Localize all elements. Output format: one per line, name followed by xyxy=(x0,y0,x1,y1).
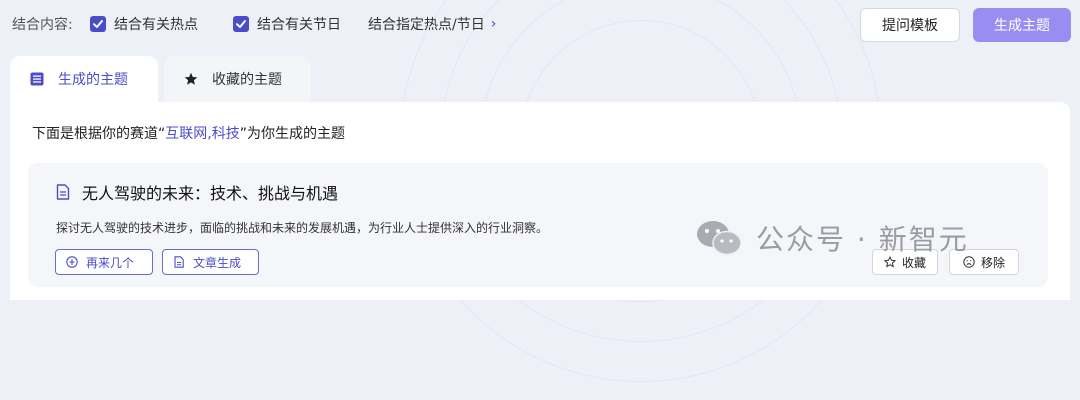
tab-favorited-topics[interactable]: 收藏的主题 xyxy=(164,56,311,102)
topics-panel: 下面是根据你的赛道“互联网,科技”为你生成的主题 无人驾驶的未来：技术、挑战与机… xyxy=(10,102,1070,300)
question-template-button[interactable]: 提问模板 xyxy=(860,8,960,42)
options-bar: 结合内容: 结合有关热点 结合有关节日 结合指定热点/节日 › 提问模板 生成主… xyxy=(0,0,1080,52)
intro-text: 下面是根据你的赛道“互联网,科技”为你生成的主题 xyxy=(32,123,345,143)
wechat-watermark: 公众号 · 新智元 xyxy=(696,218,969,258)
track-keyword: 互联网,科技 xyxy=(165,126,240,142)
hotspot-checkbox-label: 结合有关热点 xyxy=(114,17,198,33)
topic-description: 探讨无人驾驶的技术进步，面临的挑战和未来的发展机遇，为行业人士提供深入的行业洞察… xyxy=(56,221,549,235)
generate-more-button[interactable]: 再来几个 xyxy=(55,249,153,275)
article-generate-button[interactable]: 文章生成 xyxy=(162,249,259,275)
generate-topic-button[interactable]: 生成主题 xyxy=(973,8,1071,42)
specified-hotspot-label: 结合指定热点/节日 xyxy=(368,17,485,33)
specified-hotspot-link[interactable]: 结合指定热点/节日 › xyxy=(368,14,496,34)
topic-title: 无人驾驶的未来：技术、挑战与机遇 xyxy=(56,180,338,204)
hotspot-checkbox[interactable]: 结合有关热点 xyxy=(90,14,198,34)
star-icon xyxy=(184,72,198,86)
plus-circle-icon xyxy=(66,256,78,268)
tab-favorited-label: 收藏的主题 xyxy=(212,72,282,88)
chevron-right-icon: › xyxy=(490,16,497,32)
topic-title-text: 无人驾驶的未来：技术、挑战与机遇 xyxy=(82,184,339,203)
tab-generated-label: 生成的主题 xyxy=(58,72,128,88)
watermark-text: 公众号 · 新智元 xyxy=(756,223,969,256)
combine-label: 结合内容: xyxy=(12,17,73,33)
checkbox-checked-icon[interactable] xyxy=(233,16,249,32)
tab-generated-topics[interactable]: 生成的主题 xyxy=(10,56,158,102)
remove-label: 移除 xyxy=(980,255,1005,270)
festival-checkbox[interactable]: 结合有关节日 xyxy=(233,14,341,34)
generate-more-label: 再来几个 xyxy=(86,255,135,270)
document-icon xyxy=(174,256,184,268)
festival-checkbox-label: 结合有关节日 xyxy=(257,17,341,33)
list-icon xyxy=(30,72,44,86)
document-icon xyxy=(56,184,70,200)
checkbox-checked-icon[interactable] xyxy=(90,16,106,32)
intro-suffix: ”为你生成的主题 xyxy=(239,126,345,142)
intro-prefix: 下面是根据你的赛道“ xyxy=(32,126,166,142)
wechat-icon xyxy=(697,221,742,256)
article-generate-label: 文章生成 xyxy=(193,255,242,270)
